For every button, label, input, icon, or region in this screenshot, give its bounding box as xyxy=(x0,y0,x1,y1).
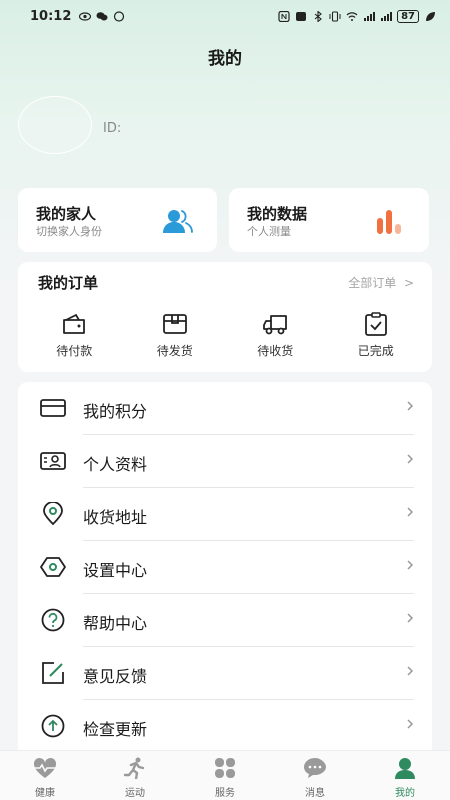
chevron-right-icon xyxy=(407,454,414,464)
menu-item-feedback[interactable]: 意见反馈 xyxy=(18,647,432,700)
bluetooth-icon xyxy=(314,10,322,22)
wechat-icon xyxy=(96,11,108,20)
tab-label: 健康 xyxy=(35,788,55,799)
tab-label: 消息 xyxy=(305,788,325,799)
chevron-right-icon xyxy=(407,401,414,411)
clipboard-check-icon xyxy=(364,312,387,336)
menu-item-label: 收货地址 xyxy=(83,508,148,527)
help-circle-icon xyxy=(41,608,65,632)
order-item-label: 待收货 xyxy=(257,344,294,358)
avatar[interactable] xyxy=(18,96,92,154)
my-data-card[interactable]: 我的数据 个人测量 xyxy=(229,188,429,252)
vibrate-icon xyxy=(329,10,341,22)
id-card-icon xyxy=(40,452,66,470)
order-pending-payment[interactable]: 待付款 xyxy=(29,312,119,359)
nfc-icon xyxy=(278,10,290,22)
order-item-label: 待付款 xyxy=(56,344,93,358)
tab-health[interactable]: 健康 xyxy=(0,751,90,800)
menu-item-update[interactable]: 检查更新 xyxy=(18,700,432,753)
feedback-edit-icon xyxy=(42,662,64,684)
battery-level: 87 xyxy=(397,9,419,23)
chevron-right-icon xyxy=(407,613,414,623)
tab-services[interactable]: 服务 xyxy=(180,751,270,800)
menu-item-label: 我的积分 xyxy=(83,402,148,421)
order-item-label: 已完成 xyxy=(357,344,394,358)
status-time: 10:12 xyxy=(30,8,72,24)
menu-item-settings[interactable]: 设置中心 xyxy=(18,541,432,594)
status-bar: 10:12 87 xyxy=(0,0,450,32)
chevron-right-icon xyxy=(407,666,414,676)
upload-circle-icon xyxy=(41,714,65,738)
order-completed[interactable]: 已完成 xyxy=(331,312,421,359)
menu-item-profile[interactable]: 个人资料 xyxy=(18,435,432,488)
settings-hexagon-icon xyxy=(40,557,66,577)
menu-item-help[interactable]: 帮助中心 xyxy=(18,594,432,647)
chat-bubble-icon xyxy=(304,758,326,778)
bottom-tab-bar: 健康 运动 服务 消息 我的 xyxy=(0,750,450,800)
leaf-icon xyxy=(426,11,435,21)
truck-icon xyxy=(263,315,288,335)
all-orders-label: 全部订单 xyxy=(348,276,397,290)
menu-item-label: 设置中心 xyxy=(83,561,148,580)
tab-exercise[interactable]: 运动 xyxy=(90,751,180,800)
user-id-label: ID: xyxy=(103,121,122,136)
order-pending-shipment[interactable]: 待发货 xyxy=(130,312,220,359)
family-title: 我的家人 xyxy=(36,205,97,223)
bar-chart-icon xyxy=(377,210,401,234)
tab-label: 我的 xyxy=(395,788,415,799)
tab-mine[interactable]: 我的 xyxy=(360,751,450,800)
order-pending-receipt[interactable]: 待收货 xyxy=(230,312,320,359)
chevron-right-icon: > xyxy=(400,276,414,290)
person-icon xyxy=(395,758,415,779)
my-data-title: 我的数据 xyxy=(247,205,308,223)
card-icon xyxy=(40,399,66,417)
orders-title: 我的订单 xyxy=(38,274,99,292)
chat-status-icon xyxy=(114,10,125,22)
mute-icon xyxy=(296,11,307,21)
page-title: 我的 xyxy=(208,49,242,69)
grid-icon xyxy=(215,758,235,778)
family-users-icon xyxy=(163,210,193,233)
tab-messages[interactable]: 消息 xyxy=(270,751,360,800)
location-pin-icon xyxy=(43,502,63,526)
running-icon xyxy=(123,757,145,779)
family-subtitle: 切换家人身份 xyxy=(36,225,102,238)
menu-item-points[interactable]: 我的积分 xyxy=(18,382,432,435)
wifi-icon xyxy=(346,11,358,21)
menu-item-label: 个人资料 xyxy=(83,455,148,474)
chevron-right-icon xyxy=(407,719,414,729)
family-card[interactable]: 我的家人 切换家人身份 xyxy=(18,188,217,252)
menu-item-label: 帮助中心 xyxy=(83,614,148,633)
signal-icon xyxy=(364,11,376,21)
wallet-icon xyxy=(63,313,86,334)
tab-label: 服务 xyxy=(215,788,235,799)
eye-icon xyxy=(79,11,92,21)
chevron-right-icon xyxy=(407,507,414,517)
signal-icon xyxy=(381,11,393,21)
box-icon xyxy=(162,314,187,334)
chevron-right-icon xyxy=(407,560,414,570)
orders-card: 我的订单 全部订单 > 待付款 待发货 待收货 已完成 xyxy=(18,262,432,372)
heart-pulse-icon xyxy=(33,757,57,778)
all-orders-link[interactable]: 全部订单 > xyxy=(348,274,414,291)
settings-menu: 我的积分 个人资料 收货地址 设置中心 帮助中心 意见反馈 检查更新 xyxy=(18,382,432,762)
menu-item-address[interactable]: 收货地址 xyxy=(18,488,432,541)
menu-item-label: 检查更新 xyxy=(83,720,148,739)
my-data-subtitle: 个人测量 xyxy=(247,225,291,238)
tab-label: 运动 xyxy=(125,788,145,799)
order-item-label: 待发货 xyxy=(156,344,193,358)
menu-item-label: 意见反馈 xyxy=(83,667,148,686)
